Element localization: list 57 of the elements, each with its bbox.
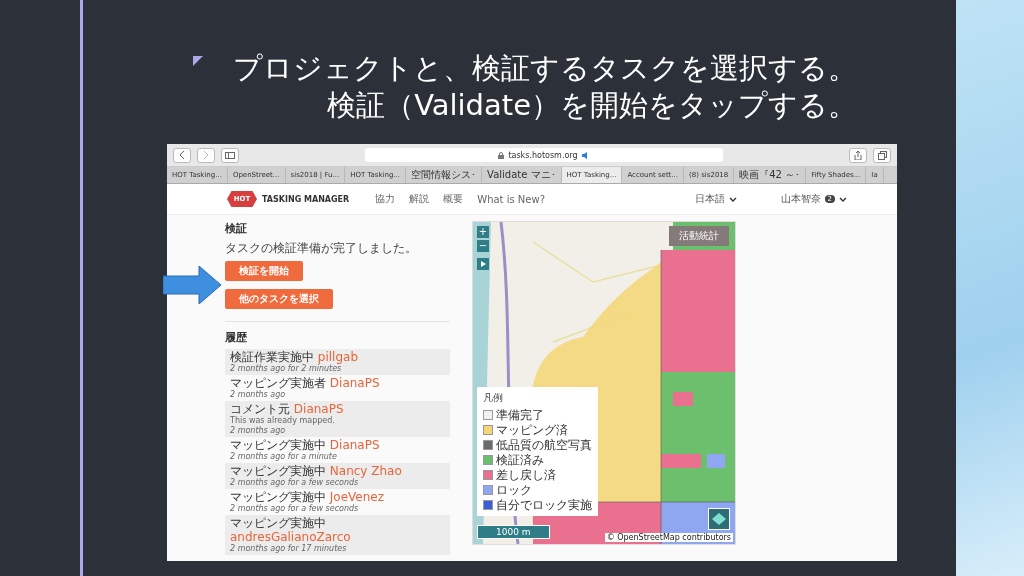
brand-name: TASKING MANAGER (262, 194, 350, 204)
comment-text: This was already mapped. (230, 416, 336, 426)
history-action: コメント元 DianaPS (230, 402, 345, 416)
history-action: マッピング実施者 DianaPS (230, 376, 381, 390)
history-action: マッピング実施中 JoeVenez (230, 490, 386, 504)
address-bar[interactable]: tasks.hotosm.org (365, 148, 723, 162)
sidebar-icon (225, 151, 235, 159)
legend-label: 自分でロック実施 (496, 498, 592, 512)
nav-link[interactable]: 解説 (409, 192, 430, 206)
history-action: 検証作業実施中 pillgab (230, 350, 360, 364)
sidebar-button[interactable] (221, 147, 239, 163)
scale-bar: 1000 m (477, 525, 550, 539)
history-time: 2 months ago for 17 minutes (230, 544, 348, 554)
map-attribution: © OpenStreetMap contributors (604, 533, 733, 542)
chevron-icon (839, 196, 847, 202)
slide-title: プロジェクトと、検証するタスクを選択する。 (233, 50, 857, 87)
legend-label: ロック (496, 483, 532, 497)
history-time: 2 months ago for a few seconds (230, 478, 359, 488)
tabs-button[interactable] (873, 147, 891, 163)
legend-title: 凡例 (483, 391, 504, 405)
layers-icon[interactable] (708, 508, 730, 530)
browser-tab[interactable]: 空間情報シス･ (406, 167, 483, 183)
stats-button[interactable]: 活動統計 (669, 226, 729, 246)
legend-label: 低品質の航空写真 (496, 438, 592, 452)
zoom-in-button[interactable]: + (477, 226, 489, 238)
chevron-icon (728, 196, 737, 202)
corner-mark-icon (193, 56, 203, 66)
share-icon (854, 150, 862, 160)
back-button[interactable] (173, 147, 191, 163)
history-action: マッピング実施中 andresGalianoZarco (230, 516, 352, 544)
zoom-out-button[interactable]: − (477, 240, 489, 252)
section-heading: 検証 (225, 221, 248, 236)
legend-label: 検証済み (496, 453, 544, 467)
slide-title: 検証（Validate）を開始をタップする。 (327, 87, 857, 124)
tabs-icon (877, 150, 887, 160)
user-menu[interactable]: 山本智奈 (780, 192, 821, 206)
pointer-arrow (163, 266, 221, 304)
chevron-right-icon (203, 151, 209, 159)
nav-link[interactable]: What is New? (477, 193, 545, 205)
history-action: マッピング実施中 DianaPS (230, 438, 381, 452)
language-menu[interactable]: 日本語 (694, 192, 725, 206)
section-heading: 履歴 (225, 330, 248, 345)
legend-label: 準備完了 (496, 408, 544, 422)
history-time: 2 months ago (230, 426, 287, 436)
legend-label: マッピング済 (496, 423, 568, 437)
history-time: 2 months ago for a few seconds (230, 504, 359, 514)
history-time: 2 months ago for a minute (230, 452, 338, 462)
browser-tab[interactable]: Validate マニ･ (482, 167, 562, 183)
nav-link[interactable]: 概要 (443, 192, 464, 206)
chevron-left-icon (179, 151, 185, 159)
history-time: 2 months ago for 2 minutes (230, 364, 342, 374)
browser-tab[interactable]: 映画『42 ～･ (734, 167, 807, 183)
history-action: マッピング実施中 Nancy Zhao (230, 464, 403, 478)
legend-label: 差し戻し済 (496, 468, 556, 482)
nav-link[interactable]: 協力 (375, 192, 396, 206)
status-message: タスクの検証準備が完了しました。 (225, 240, 418, 257)
history-time: 2 months ago (230, 390, 287, 400)
